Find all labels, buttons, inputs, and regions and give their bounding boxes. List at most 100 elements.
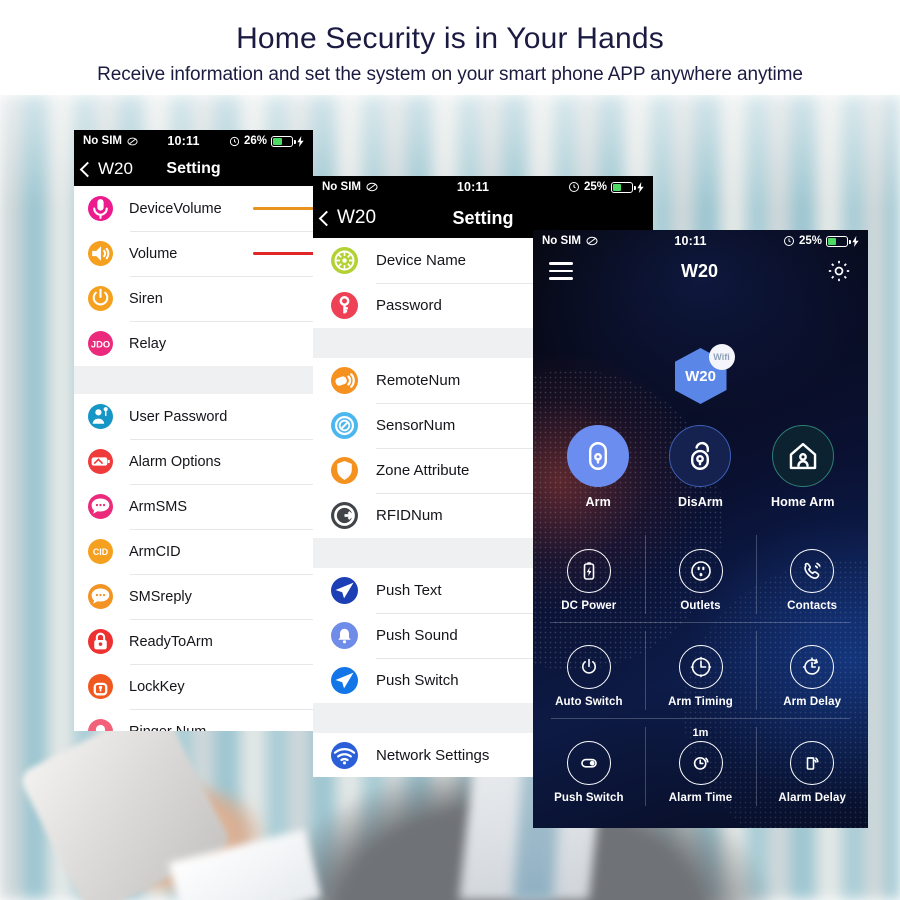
row-divider xyxy=(130,529,313,530)
relay-icon: JDO xyxy=(88,331,113,356)
carrier-label: No SIM xyxy=(322,181,361,193)
banner-header: Home Security is in Your Hands Receive i… xyxy=(0,0,900,95)
send-icon xyxy=(331,577,358,604)
list-item[interactable]: User Password xyxy=(74,394,313,439)
list-item-label: ArmCID xyxy=(129,543,181,560)
list-item-label: ReadyToArm xyxy=(129,633,213,650)
no-service-icon xyxy=(127,136,138,147)
primary-action-row[interactable]: Arm DisArm Home Arm xyxy=(533,425,868,509)
bell-ring-icon xyxy=(88,719,113,731)
list-item[interactable]: Ringer Num xyxy=(74,709,313,731)
user-key-icon xyxy=(88,404,113,429)
list-item[interactable]: CID ArmCID xyxy=(74,529,313,574)
list-item-label: Ringer Num xyxy=(129,724,206,732)
list-item[interactable]: Volume xyxy=(74,231,313,276)
status-bar: No SIM 10:11 25% xyxy=(533,230,868,252)
tile-badge xyxy=(756,535,868,548)
row-divider xyxy=(130,484,313,485)
list-item[interactable]: DeviceVolume xyxy=(74,186,313,231)
list-item[interactable]: JDO Relay xyxy=(74,321,313,366)
status-bar: No SIM 10:11 25% xyxy=(313,176,653,198)
list-item-label: Alarm Options xyxy=(129,453,221,470)
list-item[interactable]: Alarm Options xyxy=(74,439,313,484)
tile-label: Push Switch xyxy=(554,792,624,804)
tile-label: Alarm Time xyxy=(668,792,733,804)
phone-ring-icon xyxy=(790,549,835,593)
list-item-label: User Password xyxy=(129,408,228,425)
tile-push switch[interactable]: Push Switch xyxy=(533,719,645,814)
clock-label: 10:11 xyxy=(456,180,490,194)
clock-label: 10:11 xyxy=(167,134,200,148)
page-title: Home Security is in Your Hands xyxy=(236,22,664,55)
list-item-label: Push Switch xyxy=(376,672,459,689)
row-divider xyxy=(130,231,313,232)
clock-arrow-icon xyxy=(790,645,835,689)
tile-auto switch[interactable]: Auto Switch xyxy=(533,623,645,718)
tile-badge: 1m xyxy=(692,727,709,739)
back-button[interactable]: W20 xyxy=(318,207,376,229)
settings-list[interactable]: DeviceVolume Volume Siren JDO Relay User… xyxy=(74,186,313,731)
list-item-label: Push Sound xyxy=(376,627,458,644)
primary-action-arm[interactable]: Arm xyxy=(550,425,646,509)
list-item-label: Volume xyxy=(129,245,178,262)
row-divider xyxy=(130,664,313,665)
list-item-label: Password xyxy=(376,297,442,314)
tile-alarm delay[interactable]: Alarm Delay xyxy=(756,719,868,814)
chevron-left-icon xyxy=(318,210,335,226)
speaker-icon xyxy=(88,241,113,266)
list-item-label: Zone Attribute xyxy=(376,462,470,479)
list-item[interactable]: ReadyToArm xyxy=(74,619,313,664)
tile-badge xyxy=(645,535,757,548)
shield-icon xyxy=(331,457,358,484)
tile-arm timing[interactable]: Arm Timing xyxy=(645,623,757,718)
tile-grid[interactable]: DC Power Outlets Contacts Auto Switch Ar… xyxy=(533,527,868,814)
battery-icon xyxy=(611,181,636,193)
value-slider[interactable] xyxy=(253,252,313,255)
list-item[interactable]: Siren xyxy=(74,276,313,321)
primary-action-home arm[interactable]: Home Arm xyxy=(755,425,851,509)
list-item[interactable]: LockKey xyxy=(74,664,313,709)
cid-icon: CID xyxy=(88,539,113,564)
microphone-icon xyxy=(88,196,113,221)
home-person-icon xyxy=(771,425,834,487)
wifi-badge: Wifi xyxy=(708,344,735,370)
hamburger-menu-icon[interactable] xyxy=(549,262,573,280)
list-section-gap xyxy=(74,366,313,394)
tile-outlets[interactable]: Outlets xyxy=(645,527,757,622)
tile-alarm time[interactable]: 1m Alarm Time xyxy=(645,719,757,814)
lock-closed-icon xyxy=(88,629,113,654)
tile-row: Auto Switch Arm Timing Arm Delay xyxy=(533,623,868,718)
phone-screenshot-settings-1: No SIM 10:11 26% W20 Setting DeviceVolum… xyxy=(74,130,313,731)
battery-percent-label: 25% xyxy=(798,235,822,247)
tile-badge xyxy=(533,727,645,740)
primary-action-label: Home Arm xyxy=(771,495,835,509)
status-bar: No SIM 10:11 26% xyxy=(74,130,313,152)
row-divider xyxy=(130,574,313,575)
list-item[interactable]: SMSreply xyxy=(74,574,313,619)
device-name-icon xyxy=(331,247,358,274)
toggle-switch-icon xyxy=(566,741,611,785)
list-item-label: SensorNum xyxy=(376,417,456,434)
rfid-icon xyxy=(331,502,358,529)
alarm-clock-icon xyxy=(229,136,240,147)
tile-label: DC Power xyxy=(561,600,617,612)
alarm-clock-icon xyxy=(568,181,580,193)
tile-dc power[interactable]: DC Power xyxy=(533,527,645,622)
tile-label: Contacts xyxy=(787,600,838,612)
tile-arm delay[interactable]: Arm Delay xyxy=(756,623,868,718)
primary-action-disarm[interactable]: DisArm xyxy=(652,425,748,509)
chat-bubble-icon xyxy=(88,494,113,519)
value-slider[interactable] xyxy=(253,207,313,210)
siren-icon xyxy=(790,741,835,785)
list-item-label: Device Name xyxy=(376,252,467,269)
hex-badge: W20 Wifi xyxy=(674,344,735,404)
svg-text:JDO: JDO xyxy=(91,340,110,350)
alarm-clock-icon xyxy=(783,235,795,247)
lock-open-icon xyxy=(88,674,113,699)
tile-contacts[interactable]: Contacts xyxy=(756,527,868,622)
list-item[interactable]: ArmSMS xyxy=(74,484,313,529)
tile-badge xyxy=(533,631,645,644)
nav-bar: W20 Setting xyxy=(74,152,313,186)
gear-icon[interactable] xyxy=(826,258,852,284)
back-button[interactable]: W20 xyxy=(79,159,133,179)
